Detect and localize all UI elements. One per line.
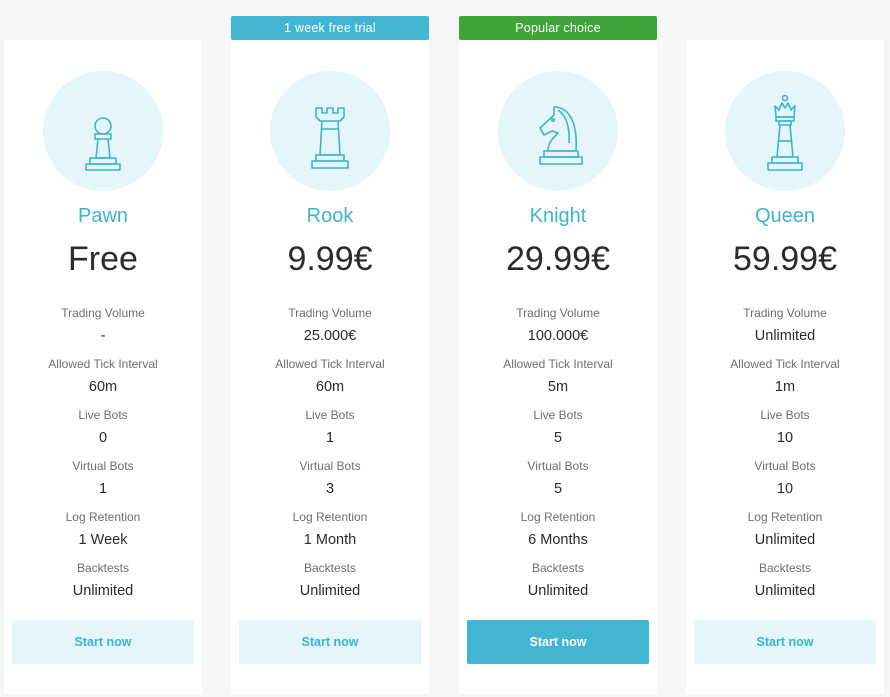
feature-value: Unlimited <box>754 583 816 599</box>
plan-price: 29.99€ <box>506 240 610 278</box>
feature-virtual-bots: Virtual Bots 1 <box>4 457 202 501</box>
feature-log-retention: Log Retention 1 Week <box>4 508 202 552</box>
feature-virtual-bots: Virtual Bots 3 <box>231 457 429 501</box>
feature-label: Trading Volume <box>516 306 600 320</box>
feature-backtests: Backtests Unlimited <box>231 559 429 603</box>
plan-price: 9.99€ <box>287 240 373 278</box>
queen-icon-circle <box>725 71 845 191</box>
plan-name: Pawn <box>77 205 129 227</box>
feature-log-retention: Log Retention 1 Month <box>231 508 429 552</box>
pawn-icon <box>85 117 121 171</box>
rook-icon <box>311 107 349 169</box>
start-now-button-queen[interactable]: Start now <box>694 620 876 664</box>
pawn-icon-circle <box>43 71 163 191</box>
feature-log-retention: Log Retention 6 Months <box>459 508 657 552</box>
feature-label: Virtual Bots <box>754 459 816 473</box>
feature-tick-interval: Allowed Tick Interval 1m <box>686 355 884 399</box>
feature-live-bots: Live Bots 10 <box>686 406 884 450</box>
feature-value: 3 <box>325 481 335 497</box>
pricing-plans: 1 week free trial Popular choice Pawn Fr… <box>0 0 890 697</box>
feature-label: Backtests <box>531 561 585 575</box>
feature-virtual-bots: Virtual Bots 5 <box>459 457 657 501</box>
feature-label: Backtests <box>303 561 357 575</box>
feature-value: 25.000€ <box>303 328 357 344</box>
start-now-button-pawn[interactable]: Start now <box>12 620 194 664</box>
feature-label: Live Bots <box>760 408 810 422</box>
plan-card-rook: Rook 9.99€ Trading Volume 25.000€ Allowe… <box>231 40 429 694</box>
start-now-button-rook[interactable]: Start now <box>239 620 421 664</box>
feature-value: 5m <box>547 379 569 395</box>
feature-value: 6 Months <box>528 532 588 548</box>
free-trial-ribbon: 1 week free trial <box>231 16 429 40</box>
feature-label: Log Retention <box>520 510 596 524</box>
feature-value: Unlimited <box>754 328 816 344</box>
feature-label: Live Bots <box>305 408 355 422</box>
feature-value: 5 <box>553 481 563 497</box>
knight-icon <box>539 106 583 165</box>
feature-trading-volume: Trading Volume Unlimited <box>686 304 884 348</box>
feature-label: Backtests <box>758 561 812 575</box>
feature-log-retention: Log Retention Unlimited <box>686 508 884 552</box>
plan-price: 59.99€ <box>733 240 837 278</box>
feature-label: Allowed Tick Interval <box>275 357 385 371</box>
feature-label: Trading Volume <box>288 306 372 320</box>
feature-live-bots: Live Bots 1 <box>231 406 429 450</box>
rook-icon-circle <box>270 71 390 191</box>
feature-tick-interval: Allowed Tick Interval 60m <box>4 355 202 399</box>
feature-label: Virtual Bots <box>72 459 134 473</box>
feature-value: Unlimited <box>527 583 589 599</box>
feature-label: Virtual Bots <box>527 459 589 473</box>
feature-value: 60m <box>315 379 345 395</box>
plan-name: Rook <box>306 205 354 227</box>
feature-value: 0 <box>98 430 108 446</box>
plan-name: Queen <box>754 205 816 227</box>
feature-trading-volume: Trading Volume 25.000€ <box>231 304 429 348</box>
feature-value: 10 <box>776 481 794 497</box>
plan-card-queen: Queen 59.99€ Trading Volume Unlimited Al… <box>686 40 884 694</box>
feature-label: Trading Volume <box>743 306 827 320</box>
feature-value: 1 <box>98 481 108 497</box>
feature-label: Trading Volume <box>61 306 145 320</box>
plan-price: Free <box>68 240 138 278</box>
feature-label: Live Bots <box>78 408 128 422</box>
feature-label: Allowed Tick Interval <box>48 357 158 371</box>
feature-value: 5 <box>553 430 563 446</box>
feature-label: Allowed Tick Interval <box>503 357 613 371</box>
feature-label: Live Bots <box>533 408 583 422</box>
feature-value: 1m <box>774 379 796 395</box>
plan-card-pawn: Pawn Free Trading Volume - Allowed Tick … <box>4 40 202 694</box>
feature-label: Virtual Bots <box>299 459 361 473</box>
feature-value: Unlimited <box>754 532 816 548</box>
feature-tick-interval: Allowed Tick Interval 5m <box>459 355 657 399</box>
feature-label: Log Retention <box>747 510 823 524</box>
feature-value: 1 Week <box>78 532 128 548</box>
plan-card-knight: Knight 29.99€ Trading Volume 100.000€ Al… <box>459 40 657 694</box>
feature-backtests: Backtests Unlimited <box>686 559 884 603</box>
feature-value: Unlimited <box>299 583 361 599</box>
feature-trading-volume: Trading Volume - <box>4 304 202 348</box>
feature-backtests: Backtests Unlimited <box>459 559 657 603</box>
feature-value: 60m <box>88 379 118 395</box>
popular-choice-ribbon: Popular choice <box>459 16 657 40</box>
plan-name: Knight <box>529 205 587 227</box>
feature-value: 1 Month <box>303 532 357 548</box>
feature-label: Allowed Tick Interval <box>730 357 840 371</box>
feature-value: 100.000€ <box>527 328 589 344</box>
start-now-button-knight[interactable]: Start now <box>467 620 649 664</box>
feature-label: Log Retention <box>292 510 368 524</box>
queen-icon <box>767 94 803 171</box>
feature-tick-interval: Allowed Tick Interval 60m <box>231 355 429 399</box>
feature-label: Backtests <box>76 561 130 575</box>
knight-icon-circle <box>498 71 618 191</box>
feature-value: 10 <box>776 430 794 446</box>
feature-virtual-bots: Virtual Bots 10 <box>686 457 884 501</box>
feature-live-bots: Live Bots 0 <box>4 406 202 450</box>
feature-value: - <box>100 328 106 344</box>
feature-value: Unlimited <box>72 583 134 599</box>
feature-live-bots: Live Bots 5 <box>459 406 657 450</box>
feature-value: 1 <box>325 430 335 446</box>
feature-label: Log Retention <box>65 510 141 524</box>
feature-trading-volume: Trading Volume 100.000€ <box>459 304 657 348</box>
feature-backtests: Backtests Unlimited <box>4 559 202 603</box>
